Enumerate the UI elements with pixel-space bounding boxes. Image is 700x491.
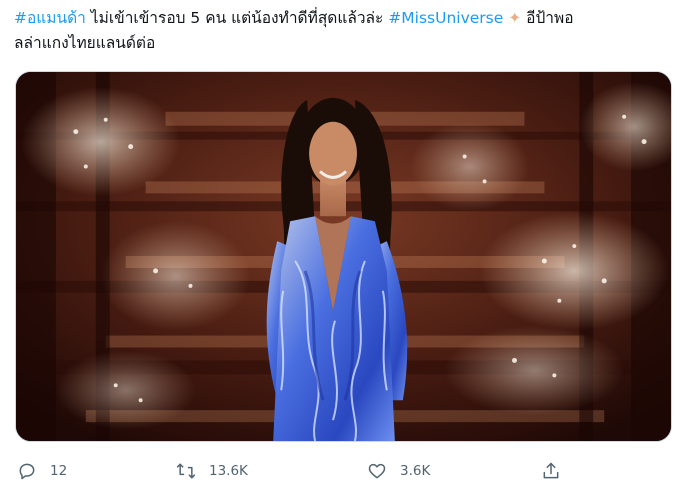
tweet-text-part-1: ไม่เข้าเข้ารอบ 5 คน แต่น้องทำดีที่สุดแล้…	[85, 9, 389, 27]
sparkle-emoji: ✦	[508, 9, 522, 27]
retweet-button[interactable]: 13.6K	[176, 456, 248, 486]
pageant-stage-photo	[16, 72, 671, 441]
tweet-text: #อแมนด้า ไม่เข้าเข้ารอบ 5 คน แต่น้องทำดี…	[14, 6, 690, 56]
reply-count: 12	[50, 463, 68, 479]
tweet-text-part-3: ลล่าแกงไทยแลนด์ต่อ	[14, 34, 156, 52]
tweet-text-part-2: อีป้าพอ	[521, 9, 574, 27]
share-button[interactable]	[541, 456, 561, 486]
reply-button[interactable]: 12	[17, 456, 67, 486]
hashtag-amanda[interactable]: #อแมนด้า	[14, 9, 86, 27]
tweet-media-image[interactable]	[15, 71, 672, 442]
retweet-count: 13.6K	[209, 463, 248, 479]
tweet-actions-bar: 12 13.6K 3.6K	[0, 456, 700, 486]
reply-icon	[19, 463, 35, 480]
hashtag-missuniverse[interactable]: #MissUniverse	[388, 9, 503, 27]
share-icon	[543, 462, 559, 479]
retweet-icon	[176, 463, 196, 479]
like-count: 3.6K	[400, 463, 431, 479]
heart-icon	[368, 463, 386, 479]
like-button[interactable]: 3.6K	[367, 456, 430, 486]
